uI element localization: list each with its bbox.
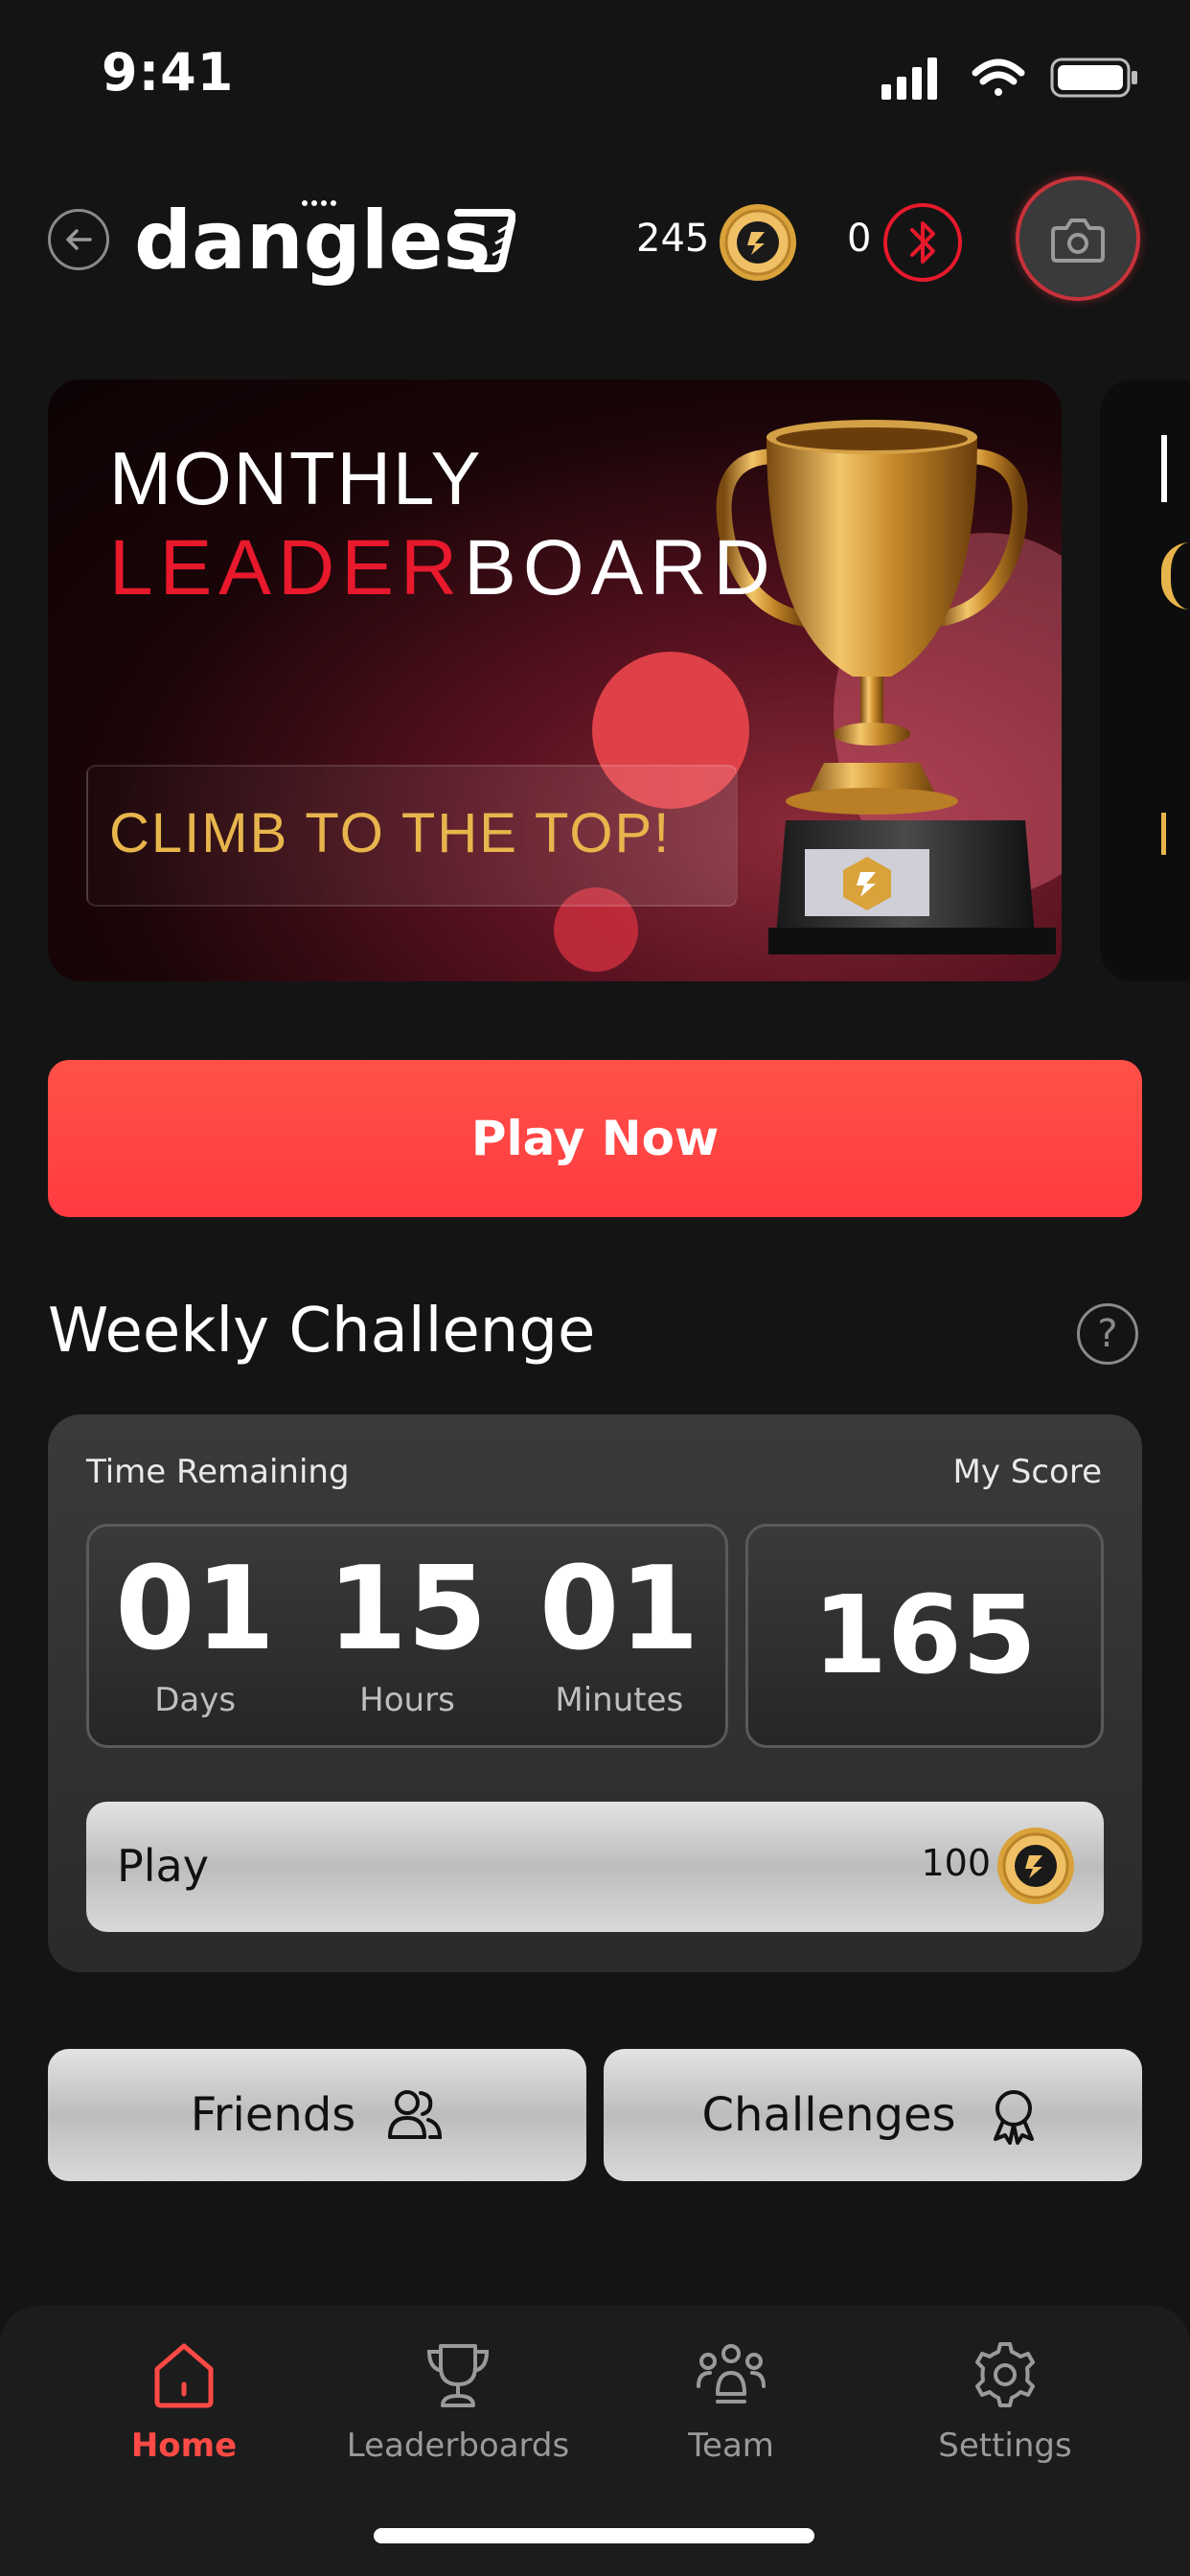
back-button[interactable]	[48, 209, 109, 270]
monthly-leaderboard-banner[interactable]: MONTHLY LEADERBOARD CLIMB TO THE TOP!	[48, 380, 1062, 981]
challenges-label: Challenges	[701, 2088, 956, 2142]
tab-leaderboards[interactable]: Leaderboards	[319, 2338, 597, 2465]
next-banner-glyph	[1161, 813, 1179, 855]
help-button[interactable]: ?	[1077, 1303, 1138, 1365]
my-score-value: 165	[745, 1524, 1104, 1748]
gear-icon	[975, 2342, 1035, 2407]
play-label: Play	[117, 1840, 209, 1892]
play-now-button[interactable]: Play Now	[48, 1060, 1142, 1217]
coin-count: 245	[636, 217, 710, 261]
award-icon	[994, 2090, 1035, 2145]
svg-text:dangles: dangles	[134, 194, 492, 288]
trophy-icon	[426, 2344, 490, 2407]
next-banner-glyph	[1161, 542, 1190, 610]
coin-icon[interactable]	[717, 201, 799, 284]
banner-title-line2: LEADERBOARD	[109, 523, 777, 613]
timer-minutes: 01 Minutes	[538, 1543, 699, 1720]
app-logo: dangles	[134, 194, 515, 288]
timer-days: 01 Days	[115, 1543, 276, 1720]
home-icon	[154, 2343, 214, 2408]
my-score-label: My Score	[952, 1453, 1103, 1491]
play-cost: 100	[921, 1842, 991, 1884]
bluetooth-count: 0	[847, 217, 872, 261]
tab-label: Team	[688, 2426, 774, 2465]
tab-team[interactable]: Team	[592, 2338, 870, 2465]
timer-unit-label: Days	[154, 1681, 237, 1719]
challenges-button[interactable]: Challenges	[604, 2049, 1142, 2181]
time-remaining-label: Time Remaining	[86, 1453, 350, 1491]
camera-button[interactable]	[1016, 176, 1140, 301]
tab-home[interactable]: Home	[45, 2338, 323, 2465]
timer-value: 15	[327, 1543, 488, 1676]
banner-cta: CLIMB TO THE TOP!	[109, 802, 672, 864]
banner-title-red: LEADER	[109, 524, 465, 611]
home-indicator[interactable]	[374, 2528, 814, 2543]
question-mark-icon: ?	[1097, 1312, 1118, 1356]
bluetooth-icon[interactable]	[881, 201, 964, 284]
countdown-timer: 01 Days 15 Hours 01 Minutes	[86, 1524, 728, 1748]
camera-icon	[1051, 218, 1105, 263]
timer-value: 01	[538, 1543, 699, 1676]
status-time: 9:41	[102, 42, 235, 103]
timer-unit-label: Hours	[359, 1681, 455, 1719]
friends-icon	[388, 2090, 443, 2139]
friends-label: Friends	[190, 2088, 356, 2142]
next-banner-peek[interactable]	[1100, 380, 1190, 981]
coin-icon	[997, 1828, 1074, 1904]
timer-hours: 15 Hours	[327, 1543, 488, 1720]
status-icons	[881, 58, 1137, 100]
battery-icon	[1050, 58, 1137, 98]
next-banner-glyph	[1161, 435, 1190, 502]
timer-unit-label: Minutes	[555, 1681, 684, 1719]
weekly-challenge-title: Weekly Challenge	[48, 1296, 596, 1367]
team-icon	[697, 2344, 766, 2404]
arrow-left-icon	[66, 229, 92, 250]
banner-title-white: BOARD	[464, 524, 777, 611]
signal-icon	[881, 58, 937, 100]
tab-label: Leaderboards	[346, 2426, 570, 2465]
tab-label: Settings	[938, 2426, 1072, 2465]
tab-label: Home	[130, 2426, 238, 2465]
banner-title-line1: MONTHLY	[109, 436, 483, 520]
timer-value: 01	[115, 1543, 276, 1676]
weekly-play-button[interactable]: Play 100	[86, 1802, 1104, 1932]
tab-settings[interactable]: Settings	[866, 2338, 1144, 2465]
friends-button[interactable]: Friends	[48, 2049, 586, 2181]
wifi-icon	[972, 58, 1025, 96]
